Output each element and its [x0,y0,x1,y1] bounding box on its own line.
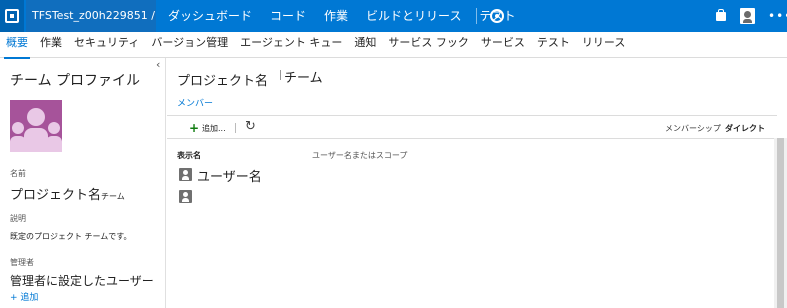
members-toolbar: + 追加... ↻ メンバーシップ ダイレクト [167,115,777,139]
team-image-person [27,108,45,126]
tab-services[interactable]: サービス [481,32,525,57]
tab-version-control[interactable]: バージョン管理 [151,32,228,57]
team-profile-panel: ‹ チーム プロファイル 名前 プロジェクト名チーム 説明 既定のプロジェクト … [0,58,166,308]
team-members-area: プロジェクト名 チーム メンバー + 追加... ↻ メンバーシップ ダイレクト… [167,58,787,308]
logo-glyph [5,9,19,23]
team-image[interactable] [10,100,62,152]
administrator-value: 管理者に設定したユーザー [10,274,154,288]
membership-filter-label: メンバーシップ [665,124,721,133]
team-name-value: プロジェクト名チーム [10,184,125,203]
administrators-label: 管理者 [10,258,34,267]
team-image-person [48,122,60,134]
hub-nav: ダッシュボード コード 作業 ビルドとリリース テスト [168,0,533,32]
user-icon [179,190,192,203]
top-navigation-bar: TFSTest_z00h229851 / TF... ダッシュボード コード 作… [0,0,787,32]
nav-code[interactable]: コード [270,0,306,32]
tab-agent-queues[interactable]: エージェント キュー [240,32,342,57]
breadcrumb-separator [280,70,281,80]
tab-security[interactable]: セキュリティ [74,32,139,57]
breadcrumb-team[interactable]: チーム [284,67,323,86]
team-image-person [24,128,48,152]
gear-icon[interactable] [490,9,504,23]
membership-filter-value[interactable]: ダイレクト [725,123,765,134]
tab-service-hooks[interactable]: サービス フック [388,32,469,57]
nav-work[interactable]: 作業 [324,0,348,32]
team-image-person [12,122,24,134]
column-header-display-name[interactable]: 表示名 [177,150,201,161]
description-value: 既定のプロジェクト チームです。 [10,232,132,241]
member-name[interactable]: ユーザー名 [197,166,262,185]
project-selector[interactable]: TFSTest_z00h229851 / TF... [26,0,156,32]
admin-tabs: 概要 作業 セキュリティ バージョン管理 エージェント キュー 通知 サービス … [0,32,787,59]
toolbar-divider [235,123,236,133]
logo-icon[interactable] [0,0,24,32]
team-image-person [46,136,62,152]
breadcrumb-project[interactable]: プロジェクト名 [177,70,268,89]
tab-release[interactable]: リリース [582,32,625,57]
panel-title: チーム プロファイル [10,73,141,89]
nav-build-release[interactable]: ビルドとリリース [366,0,461,32]
user-avatar-icon[interactable] [740,8,755,24]
add-icon[interactable]: + [189,122,199,134]
user-icon [179,168,192,181]
description-label: 説明 [10,214,26,223]
column-header-username-scope[interactable]: ユーザー名またはスコープ [312,150,407,161]
collapse-panel-icon[interactable]: ‹ [156,58,160,71]
refresh-icon[interactable]: ↻ [245,119,256,134]
team-name-suffix: チーム [101,192,125,201]
name-label: 名前 [10,169,26,178]
more-icon[interactable]: ••• [768,9,787,23]
team-name-project: プロジェクト名 [10,188,102,203]
members-tab[interactable]: メンバー [177,96,213,109]
scrollbar-thumb[interactable] [777,138,784,308]
tab-test[interactable]: テスト [537,32,570,57]
add-administrator-link[interactable]: + 追加 [10,290,38,303]
vertical-scrollbar[interactable] [774,138,787,308]
add-member-button[interactable]: 追加... [202,123,226,134]
tab-notifications[interactable]: 通知 [354,32,376,57]
nav-dashboard[interactable]: ダッシュボード [168,0,252,32]
bag-icon[interactable] [716,9,726,21]
nav-divider [476,8,477,24]
tab-work[interactable]: 作業 [40,32,62,57]
tab-overview[interactable]: 概要 [4,32,30,59]
